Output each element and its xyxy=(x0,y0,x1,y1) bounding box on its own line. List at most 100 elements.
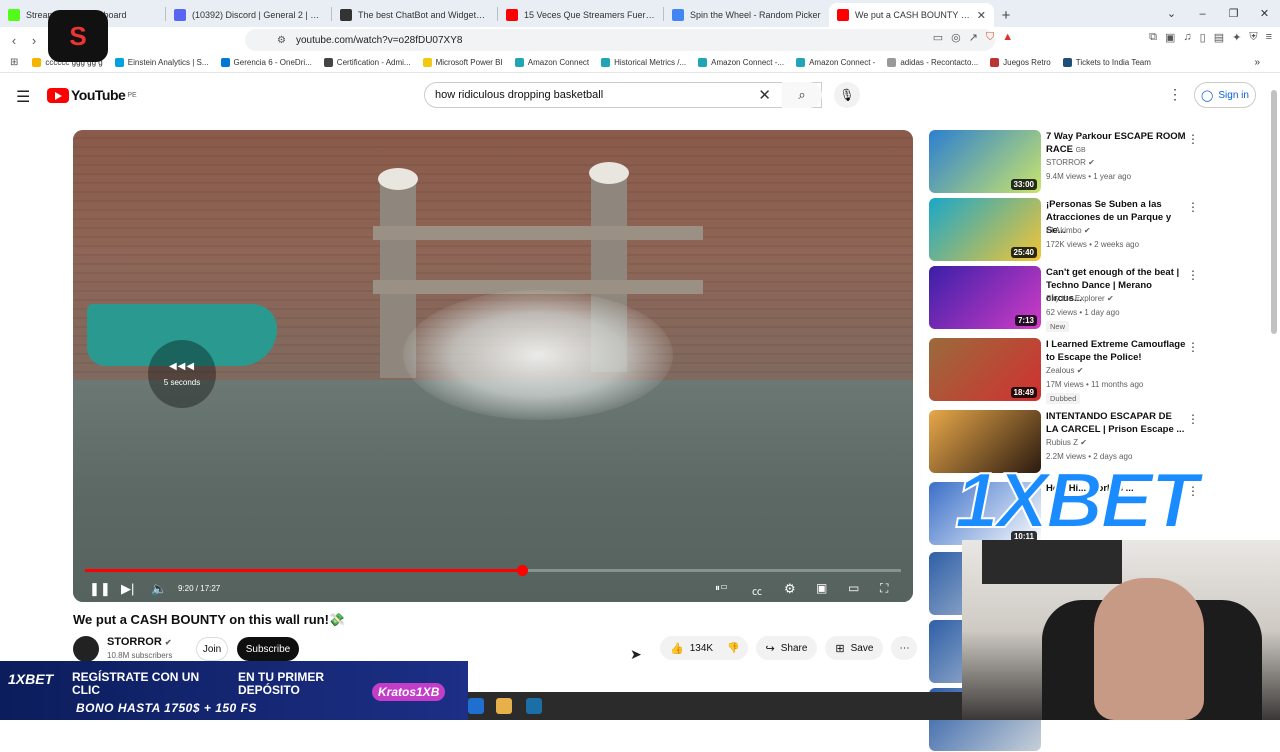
bookmark-item[interactable]: Amazon Connect - xyxy=(796,58,875,67)
wallet-icon[interactable]: ▤ xyxy=(1214,31,1224,44)
leo-icon[interactable]: ✦ xyxy=(1232,31,1241,44)
clear-search-icon[interactable]: ✕ xyxy=(758,86,771,104)
bookmark-item[interactable]: Amazon Connect xyxy=(514,58,589,67)
theater-mode-icon[interactable]: ▭ xyxy=(848,581,859,595)
media-icon[interactable]: ♫ xyxy=(1183,31,1191,44)
minimize-button[interactable]: – xyxy=(1187,0,1218,27)
pause-icon[interactable]: ❚❚ xyxy=(89,581,111,597)
volume-icon[interactable]: 🔈 xyxy=(151,581,167,597)
recommended-video[interactable]: 7:13 Can't get enough of the beat | Techn… xyxy=(929,266,1259,332)
recommended-channel[interactable]: Zealous ✔ xyxy=(1046,366,1083,375)
address-bar[interactable]: ⚙ youtube.com/watch?v=o28fDU07XY8 xyxy=(245,29,995,51)
browser-tab[interactable]: The best ChatBot and Widgets for Ki xyxy=(332,3,497,27)
browser-tab[interactable]: 15 Veces Que Streamers Fueron BAN xyxy=(498,3,663,27)
search-input[interactable]: how ridiculous dropping basketball ✕ xyxy=(424,82,822,108)
search-button[interactable]: ⌕ xyxy=(782,82,822,108)
more-options-icon[interactable]: ⋮ xyxy=(1187,200,1199,214)
more-options-icon[interactable]: ⋮ xyxy=(1187,340,1199,354)
like-button[interactable]: 👍 134K 👎 xyxy=(660,636,748,660)
lens-icon[interactable]: ◎ xyxy=(951,31,961,44)
site-info-icon[interactable]: ⚙ xyxy=(277,35,286,46)
restore-button[interactable]: ❐ xyxy=(1218,0,1249,27)
voice-search-button[interactable]: 🎙 xyxy=(834,82,860,108)
close-window-button[interactable]: ✕ xyxy=(1249,0,1280,27)
save-button[interactable]: ⊞ Save xyxy=(825,636,884,660)
brave-shield-icon[interactable]: ⛉ xyxy=(986,31,994,44)
sidebar-icon[interactable]: ▯ xyxy=(1200,31,1206,44)
fullscreen-icon[interactable]: ⛶ xyxy=(880,581,888,596)
video-player[interactable]: ◀◀◀ 5 seconds ❚❚ ▶| 🔈 9:20 / 17:27 ⏸▭ ㏄ … xyxy=(73,130,913,602)
bookmark-item[interactable]: Einstein Analytics | S... xyxy=(114,58,209,67)
vpn-icon[interactable]: ⛨ xyxy=(1249,31,1257,44)
more-bookmarks-button[interactable]: » xyxy=(1254,57,1260,68)
channel-name[interactable]: STORROR ✔ xyxy=(107,636,172,648)
youtube-logo[interactable]: YouTube PE xyxy=(47,87,137,103)
taskbar-app-icon[interactable] xyxy=(468,698,484,714)
video-frame-splash xyxy=(403,290,673,420)
recommended-video[interactable]: 25:40 ¡Personas Se Suben a las Atraccione… xyxy=(929,198,1259,262)
bookmark-favicon-icon xyxy=(32,58,42,67)
seek-hint-label: 5 seconds xyxy=(163,378,201,387)
share-button[interactable]: ↪ Share xyxy=(755,636,818,660)
steam-icon[interactable] xyxy=(526,698,542,714)
taskbar-app-icon[interactable] xyxy=(496,698,512,714)
bookmark-item[interactable]: Amazon Connect -... xyxy=(698,58,784,67)
apps-icon[interactable]: ⊞ xyxy=(10,57,18,68)
bookmark-item[interactable]: Juegos Retro xyxy=(990,58,1051,67)
bookmark-item[interactable]: Tickets to India Team xyxy=(1062,58,1151,67)
recommended-channel[interactable]: El Akimbo ✔ xyxy=(1046,226,1091,235)
browser-tab[interactable]: (10392) Discord | General 2 | Krat xyxy=(166,3,331,27)
recommended-channel[interactable]: Sky the Explorer ✔ xyxy=(1046,294,1114,303)
video-thumbnail[interactable]: 18:49 xyxy=(929,338,1041,401)
brave-rewards-icon[interactable]: ▲ xyxy=(1002,31,1013,44)
more-options-icon[interactable]: ⋮ xyxy=(1187,132,1199,146)
new-tab-button[interactable]: + xyxy=(994,3,1018,27)
bookmark-item[interactable]: Microsoft Power BI xyxy=(422,58,503,67)
recommended-title[interactable]: I Learned Extreme Camouflage to Escape t… xyxy=(1046,338,1186,364)
autoplay-toggle-icon[interactable]: ⏸▭ xyxy=(715,583,728,594)
recommended-channel[interactable]: Rubius Z ✔ xyxy=(1046,438,1087,447)
chevron-down-icon[interactable]: ⌄ xyxy=(1156,0,1187,27)
video-thumbnail[interactable]: 33:00 xyxy=(929,130,1041,193)
menu-icon[interactable]: ≡ xyxy=(1266,31,1272,44)
close-tab-icon[interactable]: ✕ xyxy=(977,9,986,22)
subtitles-icon[interactable]: ㏄ xyxy=(752,583,762,598)
recommended-video[interactable]: 18:49 I Learned Extreme Camouflage to Esc… xyxy=(929,338,1259,404)
recommended-title[interactable]: 7 Way Parkour ESCAPE ROOM RACE GB xyxy=(1046,130,1186,157)
thumbs-down-icon[interactable]: 👎 xyxy=(727,643,739,654)
back-button[interactable]: ‹ xyxy=(4,33,24,48)
recommended-video[interactable]: 33:00 7 Way Parkour ESCAPE ROOM RACE GB ST… xyxy=(929,130,1259,194)
verified-icon: ✔ xyxy=(1106,294,1114,303)
video-thumbnail[interactable]: 7:13 xyxy=(929,266,1041,329)
bookmark-favicon-icon xyxy=(796,58,806,67)
progress-bar[interactable] xyxy=(85,565,901,576)
sign-in-button[interactable]: ◯ Sign in xyxy=(1194,82,1256,108)
cast-icon[interactable]: ▭ xyxy=(933,31,943,44)
channel-avatar[interactable] xyxy=(73,636,99,662)
page-scrollbar[interactable] xyxy=(1271,90,1277,334)
bookmark-item[interactable]: Historical Metrics /... xyxy=(601,58,686,67)
bookmark-item[interactable]: Gerencia 6 - OneDri... xyxy=(220,58,312,67)
more-options-icon[interactable]: ⋮ xyxy=(1187,268,1199,282)
bookmark-item[interactable]: adidas - Recontacto... xyxy=(887,58,978,67)
scrubber-handle[interactable] xyxy=(516,565,528,576)
video-thumbnail[interactable]: 25:40 xyxy=(929,198,1041,261)
guide-menu-icon[interactable]: ☰ xyxy=(16,87,30,107)
more-options-icon[interactable]: ⋮ xyxy=(1187,412,1199,426)
miniplayer-icon[interactable]: ▣ xyxy=(816,581,827,595)
settings-kebab-icon[interactable]: ⋮ xyxy=(1168,86,1182,103)
recommended-title[interactable]: INTENTANDO ESCAPAR DE LA CARCEL | Prison… xyxy=(1046,410,1186,436)
tab-search-icon[interactable]: ▣ xyxy=(1165,31,1175,44)
browser-tab[interactable]: Spin the Wheel - Random Picker xyxy=(664,3,829,27)
browser-tab[interactable]: We put a CASH BOUNTY on t ✕ xyxy=(829,3,994,27)
more-actions-button[interactable]: ⋯ xyxy=(891,636,918,660)
subscribe-button[interactable]: Subscribe xyxy=(237,637,299,661)
forward-button[interactable]: › xyxy=(24,33,44,48)
join-button[interactable]: Join xyxy=(196,637,228,661)
share-page-icon[interactable]: ↗ xyxy=(969,31,978,44)
recommended-channel[interactable]: STORROR ✔ xyxy=(1046,158,1095,167)
gear-icon[interactable]: ⚙ xyxy=(784,581,796,597)
extensions-icon[interactable]: ⧉ xyxy=(1149,31,1157,44)
next-icon[interactable]: ▶| xyxy=(121,581,134,597)
bookmark-item[interactable]: Certification - Admi... xyxy=(323,58,411,67)
